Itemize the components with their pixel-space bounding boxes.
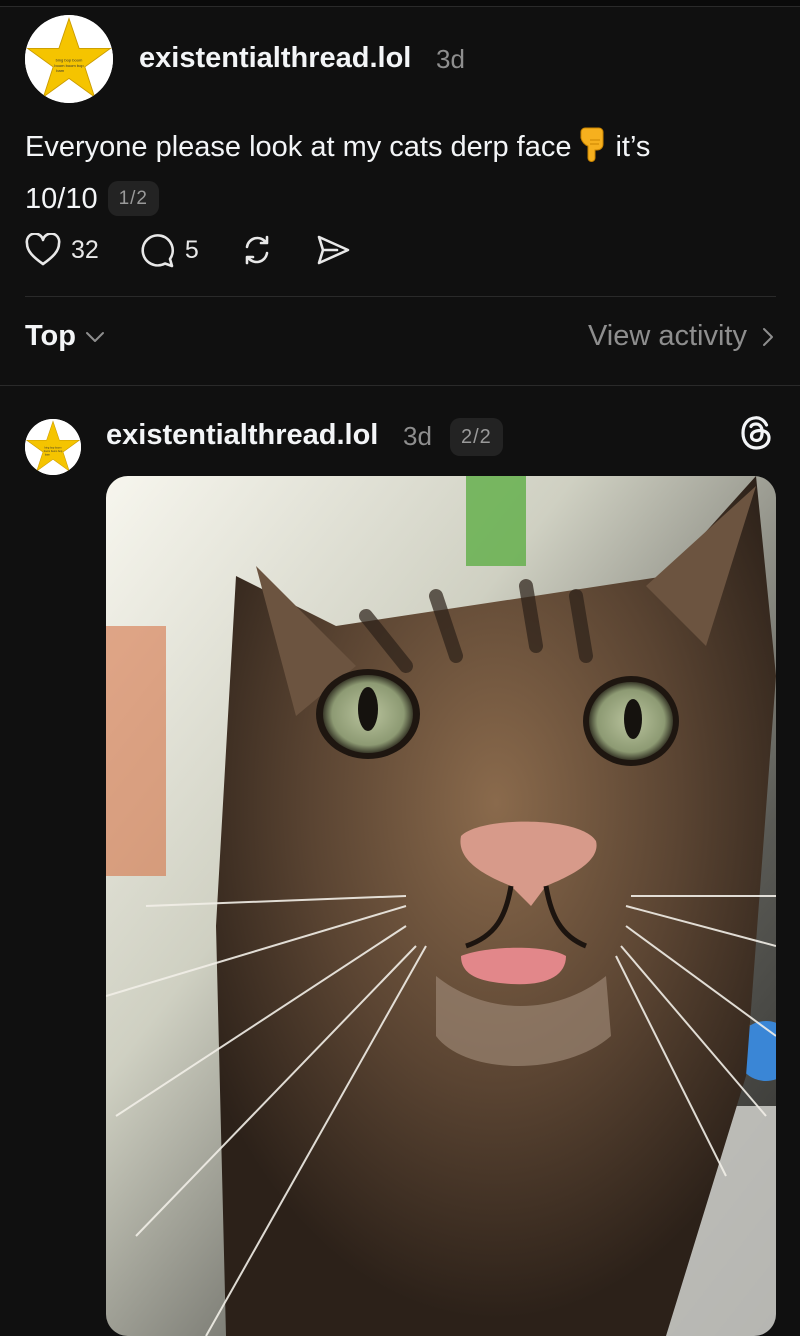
view-activity-link[interactable]: View activity [588,320,775,353]
post-text-part: it’s [615,131,651,163]
like-count: 32 [71,235,99,264]
full-width-divider [0,385,800,386]
comment-button[interactable]: 5 [139,232,199,268]
comment-count: 5 [184,235,199,264]
send-icon [317,235,350,265]
avatar-text-line: bam [56,68,64,73]
avatar-text-line: boom boom bop [54,63,84,68]
reply-username[interactable]: existentialthread.lol [106,419,378,452]
section-divider [25,296,776,297]
avatar-text-line: bing bop boom [56,58,83,63]
sort-label: Top [25,320,76,352]
star-avatar-image: bing bop boom boom boom bop bam [25,15,113,103]
reply-timestamp: 3d [403,421,432,451]
author-avatar[interactable]: bing bop boom boom boom bop bam [25,15,113,103]
heart-icon [25,233,61,266]
share-button[interactable] [315,232,351,268]
like-button[interactable]: 32 [25,233,99,267]
post-text-part: 10/10 [25,183,98,215]
sort-dropdown[interactable]: Top [25,320,106,353]
post-actions: 32 5 [25,228,391,272]
thread-page-indicator: 1/2 [107,181,159,216]
avatar-text-line: bam [45,452,50,456]
cat-photo-image [106,476,776,1336]
repost-button[interactable] [239,232,275,268]
reply-author-avatar[interactable]: bing bop boom boom boom bop bam [25,419,81,475]
avatar-text-line: boom boom bop [44,449,63,453]
post-username[interactable]: existentialthread.lol [139,42,411,75]
chevron-down-icon [86,331,104,342]
thread-page-indicator: 2/2 [450,418,503,456]
star-avatar-image: bing bop boom boom boom bop bam [25,419,81,475]
post-text: Everyone please look at my cats derp fac… [25,124,765,222]
chevron-right-icon [763,327,773,346]
pointing-down-emoji-icon [577,126,607,176]
post-text-part: Everyone please look at my cats derp fac… [25,131,572,163]
post-photo[interactable] [106,476,776,1336]
repost-icon [245,235,269,265]
top-divider [0,0,800,7]
avatar-text-line: bing bop boom [45,446,62,450]
view-activity-label: View activity [587,320,747,352]
comment-bubble-icon [141,234,174,268]
threads-logo-icon[interactable] [738,414,776,452]
post-timestamp: 3d [436,44,465,74]
